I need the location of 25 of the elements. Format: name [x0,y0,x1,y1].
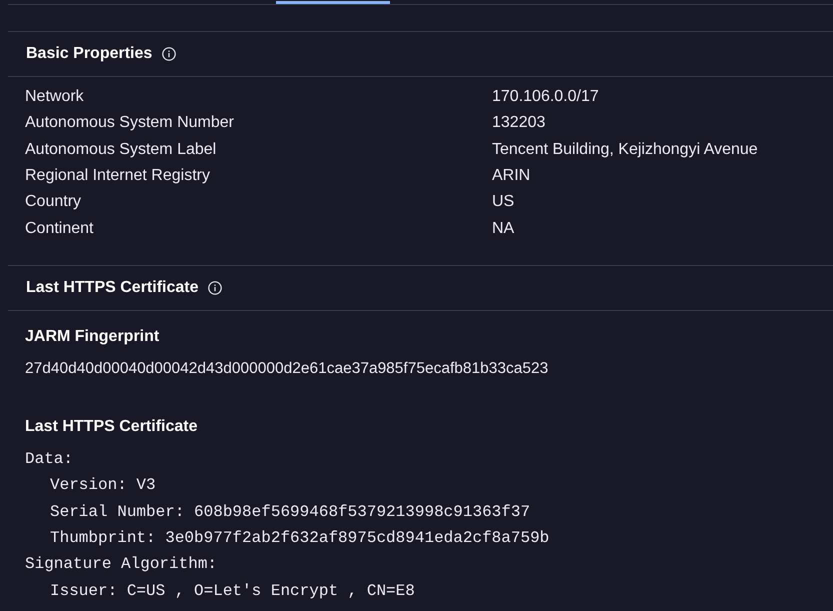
certificate-line: Data: [25,448,74,470]
property-value: Tencent Building, Kejizhongyi Avenue [492,140,758,160]
property-value: NA [492,218,514,239]
certificate-line: Issuer: C=US , O=Let's Encrypt , CN=E8 [50,580,415,602]
certificate-line: Serial Number: 608b98ef5699468f5379213998c91363f37 [50,502,530,523]
jarm-fingerprint: 27d40d40d00040d00042d43d000000d2e61cae37a985f75ecafb81b33ca523 [25,358,548,379]
property-label: Continent [25,218,94,239]
certificate-line: Thumbprint: 3e0b977f2ab2f632af8975cd8941eda2cf8a759b [50,528,550,549]
info-icon[interactable] [208,280,222,295]
certificate-line: Version: V3 [50,475,156,496]
section-title: Basic Properties [26,44,152,64]
property-label: Autonomous System Number [25,113,235,134]
property-label: Country [25,192,82,212]
property-value: 132203 [492,113,546,134]
property-value: ARIN [492,166,530,186]
section-title: Last HTTPS Certificate [26,278,198,298]
property-label: Network [25,87,85,108]
certificate-line: Signature Algorithm: [25,554,218,576]
property-label: Autonomous System Label [25,140,218,160]
property-value: 170.106.0.0/17 [492,87,599,108]
property-value: US [492,192,514,212]
certificate-heading: Last HTTPS Certificate [25,416,198,437]
info-icon[interactable] [162,47,176,61]
property-label: Regional Internet Registry [25,166,211,186]
jarm-heading: JARM Fingerprint [25,326,160,347]
